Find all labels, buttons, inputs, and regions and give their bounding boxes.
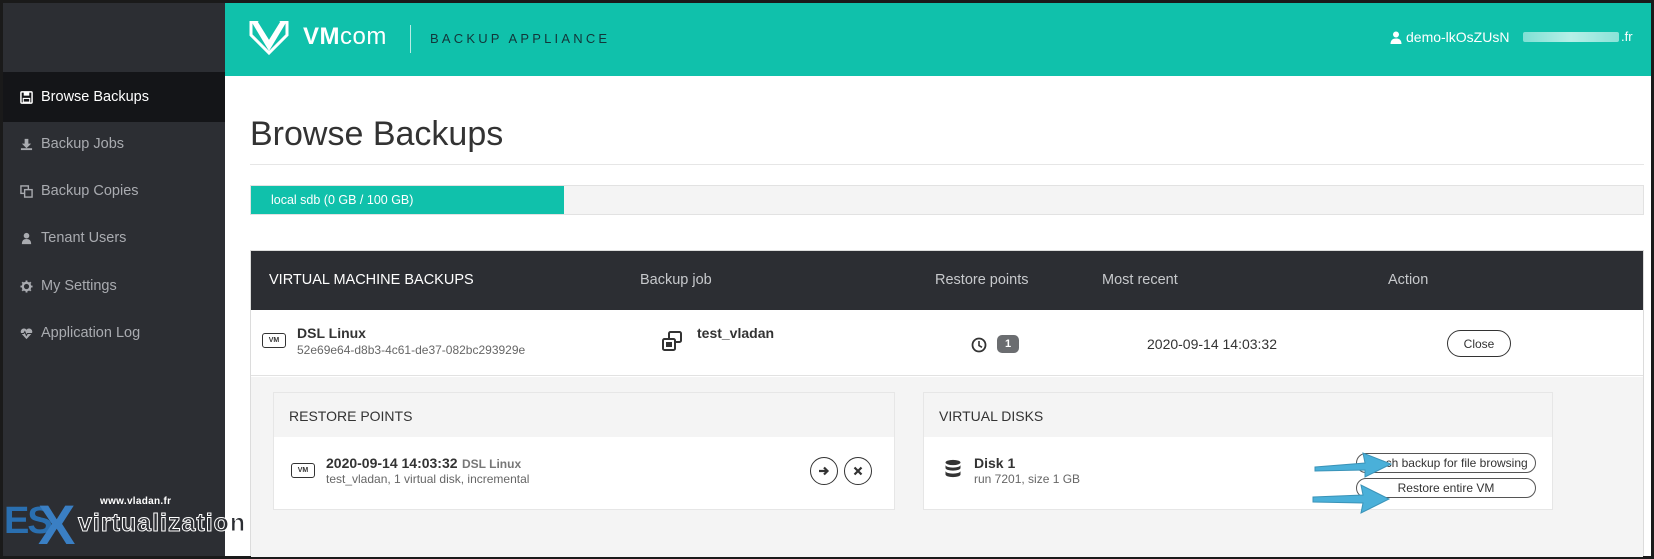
vm-icon: VM <box>291 463 315 478</box>
watermark-x: X <box>38 493 76 556</box>
vm-uuid: 52e69e64-d8b3-4c61-de37-082bc293929e <box>297 343 526 357</box>
table-header: VIRTUAL MACHINE BACKUPS Backup job Resto… <box>251 251 1643 310</box>
watermark-url: www.vladan.fr <box>100 496 172 507</box>
column-header-restore-points: Restore points <box>935 272 1029 288</box>
column-header-action: Action <box>1388 272 1429 288</box>
sidebar-item-application-log[interactable]: Application Log <box>3 308 225 358</box>
storage-progress-bar: local sdb (0 GB / 100 GB) <box>250 185 1644 215</box>
title-divider <box>250 164 1644 165</box>
logo-divider <box>410 25 411 53</box>
close-icon <box>853 466 863 476</box>
select-restore-point-button[interactable] <box>810 457 838 485</box>
sidebar-item-label: Browse Backups <box>41 89 149 105</box>
sidebar-item-label: Application Log <box>41 325 141 341</box>
restore-points-panel: RESTORE POINTS VM 2020-09-14 14:03:32 DS… <box>273 392 895 510</box>
gear-icon <box>19 279 33 293</box>
top-header: VMcom BACKUP APPLIANCE demo-lkOsZUsN .fr <box>225 3 1651 76</box>
product-name: BACKUP APPLIANCE <box>430 31 611 46</box>
vm-icon: VM <box>262 333 286 348</box>
disk-name: Disk 1 <box>974 455 1016 471</box>
sidebar-item-label: Backup Jobs <box>41 136 125 152</box>
delete-restore-point-button[interactable] <box>844 457 872 485</box>
copy-icon <box>19 184 33 198</box>
most-recent-date: 2020-09-14 14:03:32 <box>1147 336 1277 352</box>
callout-arrow-icon <box>1312 484 1391 514</box>
sidebar-item-label: My Settings <box>41 278 117 294</box>
disk-description: run 7201, size 1 GB <box>974 472 1081 486</box>
vmcom-logo-icon <box>249 20 289 56</box>
watermark-virtualization: virtualization <box>77 509 247 538</box>
column-header-vm-backups: VIRTUAL MACHINE BACKUPS <box>269 272 474 288</box>
sidebar-item-backup-jobs[interactable]: Backup Jobs <box>3 119 225 169</box>
user-email: .fr <box>1523 29 1633 44</box>
user-icon <box>1390 31 1402 44</box>
virtual-disks-panel: VIRTUAL DISKS Disk 1 run 7201, size 1 GB… <box>923 392 1553 510</box>
page-title: Browse Backups <box>250 115 504 153</box>
table-row[interactable]: VM DSL Linux 52e69e64-d8b3-4c61-de37-082… <box>251 310 1643 376</box>
user-name: demo-lkOsZUsN <box>1406 29 1510 45</box>
backup-job-name: test_vladan <box>697 325 775 341</box>
sidebar-item-label: Tenant Users <box>41 230 127 246</box>
database-icon <box>945 459 961 478</box>
restore-point-date: 2020-09-14 14:03:32 <box>326 455 458 471</box>
user-menu[interactable]: demo-lkOsZUsN <box>1390 29 1509 45</box>
download-icon <box>19 137 33 151</box>
backup-job-icon <box>662 331 682 351</box>
sidebar-item-browse-backups[interactable]: Browse Backups <box>3 72 225 122</box>
vm-name: DSL Linux <box>297 325 366 341</box>
callout-arrow-icon <box>1314 452 1393 478</box>
close-button[interactable]: Close <box>1447 330 1511 357</box>
heartbeat-icon <box>19 326 33 340</box>
redacted-email <box>1523 31 1619 42</box>
user-icon <box>19 231 33 245</box>
sidebar-item-label: Backup Copies <box>41 183 139 199</box>
arrow-right-icon <box>819 466 830 476</box>
sidebar-item-tenant-users[interactable]: Tenant Users <box>3 213 225 263</box>
restore-point-count-badge: 1 <box>997 335 1019 353</box>
logo-text: VMcom <box>303 23 387 50</box>
restore-point-description: test_vladan, 1 virtual disk, incremental <box>326 472 530 486</box>
restore-point-vm: DSL Linux <box>462 457 522 471</box>
clock-icon <box>971 337 987 353</box>
column-header-most-recent: Most recent <box>1102 272 1178 288</box>
sidebar: Browse Backups Backup Jobs Backup Copies… <box>3 3 225 556</box>
column-header-backup-job: Backup job <box>640 272 712 288</box>
backup-details: RESTORE POINTS VM 2020-09-14 14:03:32 DS… <box>251 377 1643 557</box>
vm-backups-table: VIRTUAL MACHINE BACKUPS Backup job Resto… <box>250 250 1644 557</box>
sidebar-item-my-settings[interactable]: My Settings <box>3 261 225 311</box>
floppy-icon <box>19 90 33 104</box>
sidebar-item-backup-copies[interactable]: Backup Copies <box>3 166 225 216</box>
storage-label: local sdb (0 GB / 100 GB) <box>271 193 414 207</box>
restore-points-title: RESTORE POINTS <box>274 393 894 437</box>
virtual-disks-title: VIRTUAL DISKS <box>924 393 1552 437</box>
